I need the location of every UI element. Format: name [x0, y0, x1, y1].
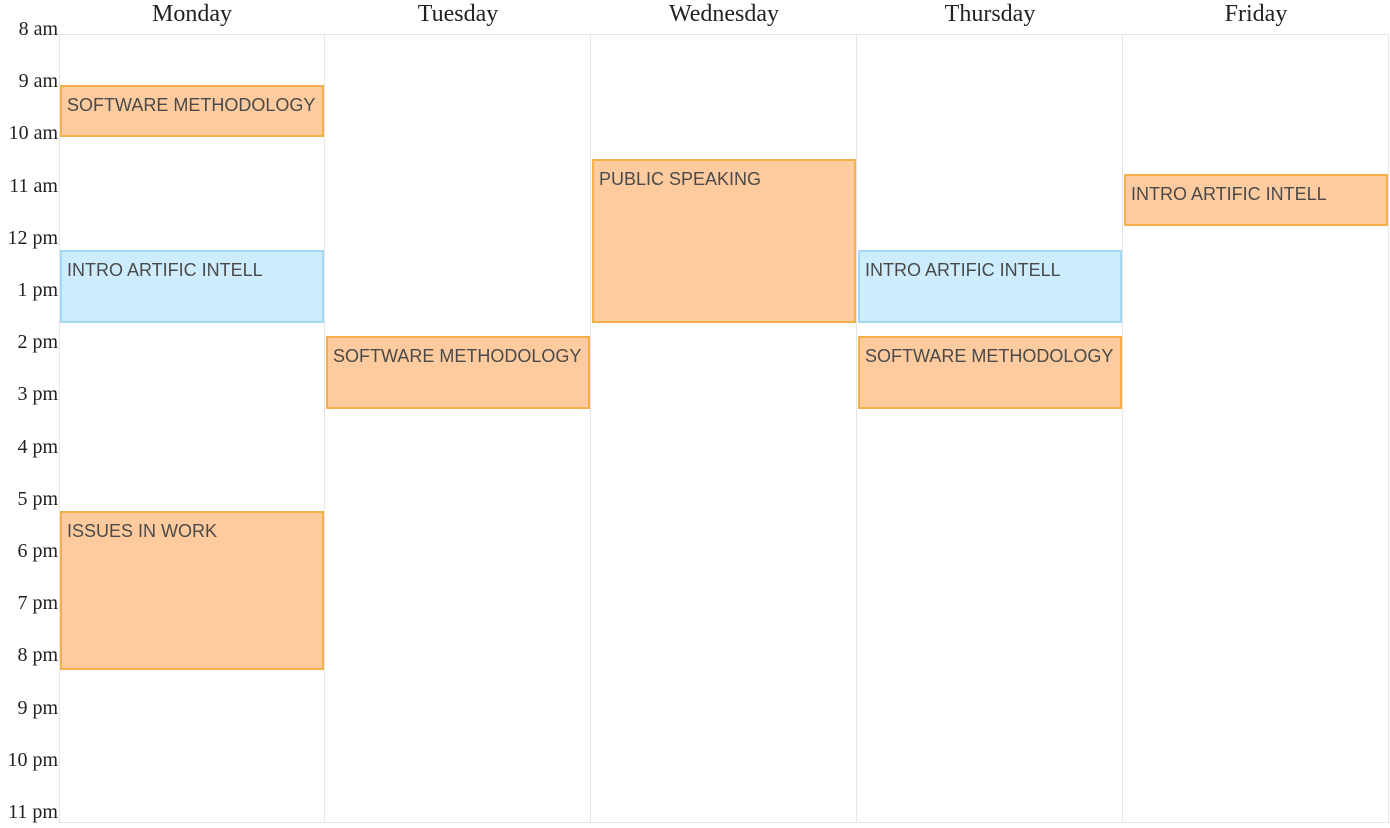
day-header-monday: Monday	[152, 1, 232, 27]
event-block[interactable]: SOFTWARE METHODOLOGY	[60, 85, 324, 138]
time-label: 11 am	[9, 174, 58, 197]
column-divider	[324, 34, 325, 823]
event-block[interactable]: INTRO ARTIFIC INTELL	[60, 249, 324, 323]
time-label: 4 pm	[17, 435, 58, 458]
time-label: 1 pm	[17, 279, 58, 301]
day-header-friday: Friday	[1224, 1, 1288, 27]
column-divider	[856, 34, 857, 823]
event-block[interactable]: ISSUES IN WORK	[60, 510, 324, 670]
time-label: 9 pm	[17, 696, 58, 719]
time-label: 10 pm	[7, 748, 58, 771]
time-label: 5 pm	[17, 487, 58, 510]
time-label: 7 pm	[17, 592, 58, 615]
column-divider	[1122, 34, 1123, 823]
time-label: 3 pm	[17, 383, 58, 406]
time-label: 8 am	[18, 18, 58, 40]
time-label: 8 pm	[17, 644, 58, 667]
event-block[interactable]: SOFTWARE METHODOLOGY	[858, 335, 1122, 409]
event-block[interactable]: PUBLIC SPEAKING	[592, 159, 856, 323]
time-label: 2 pm	[17, 331, 58, 354]
event-block[interactable]: INTRO ARTIFIC INTELL	[1124, 173, 1388, 227]
time-label: 12 pm	[7, 226, 58, 249]
event-block[interactable]: SOFTWARE METHODOLOGY	[326, 335, 590, 409]
calendar-grid	[59, 34, 1389, 823]
time-label: 10 am	[8, 122, 58, 145]
column-divider	[590, 34, 591, 823]
time-label: 11 pm	[8, 801, 58, 823]
event-block[interactable]: INTRO ARTIFIC INTELL	[858, 249, 1122, 323]
time-label: 9 am	[18, 70, 58, 93]
day-header-thursday: Thursday	[944, 1, 1036, 27]
day-header-wednesday: Wednesday	[668, 1, 780, 27]
time-label: 6 pm	[17, 540, 58, 562]
day-header-tuesday: Tuesday	[417, 1, 499, 27]
